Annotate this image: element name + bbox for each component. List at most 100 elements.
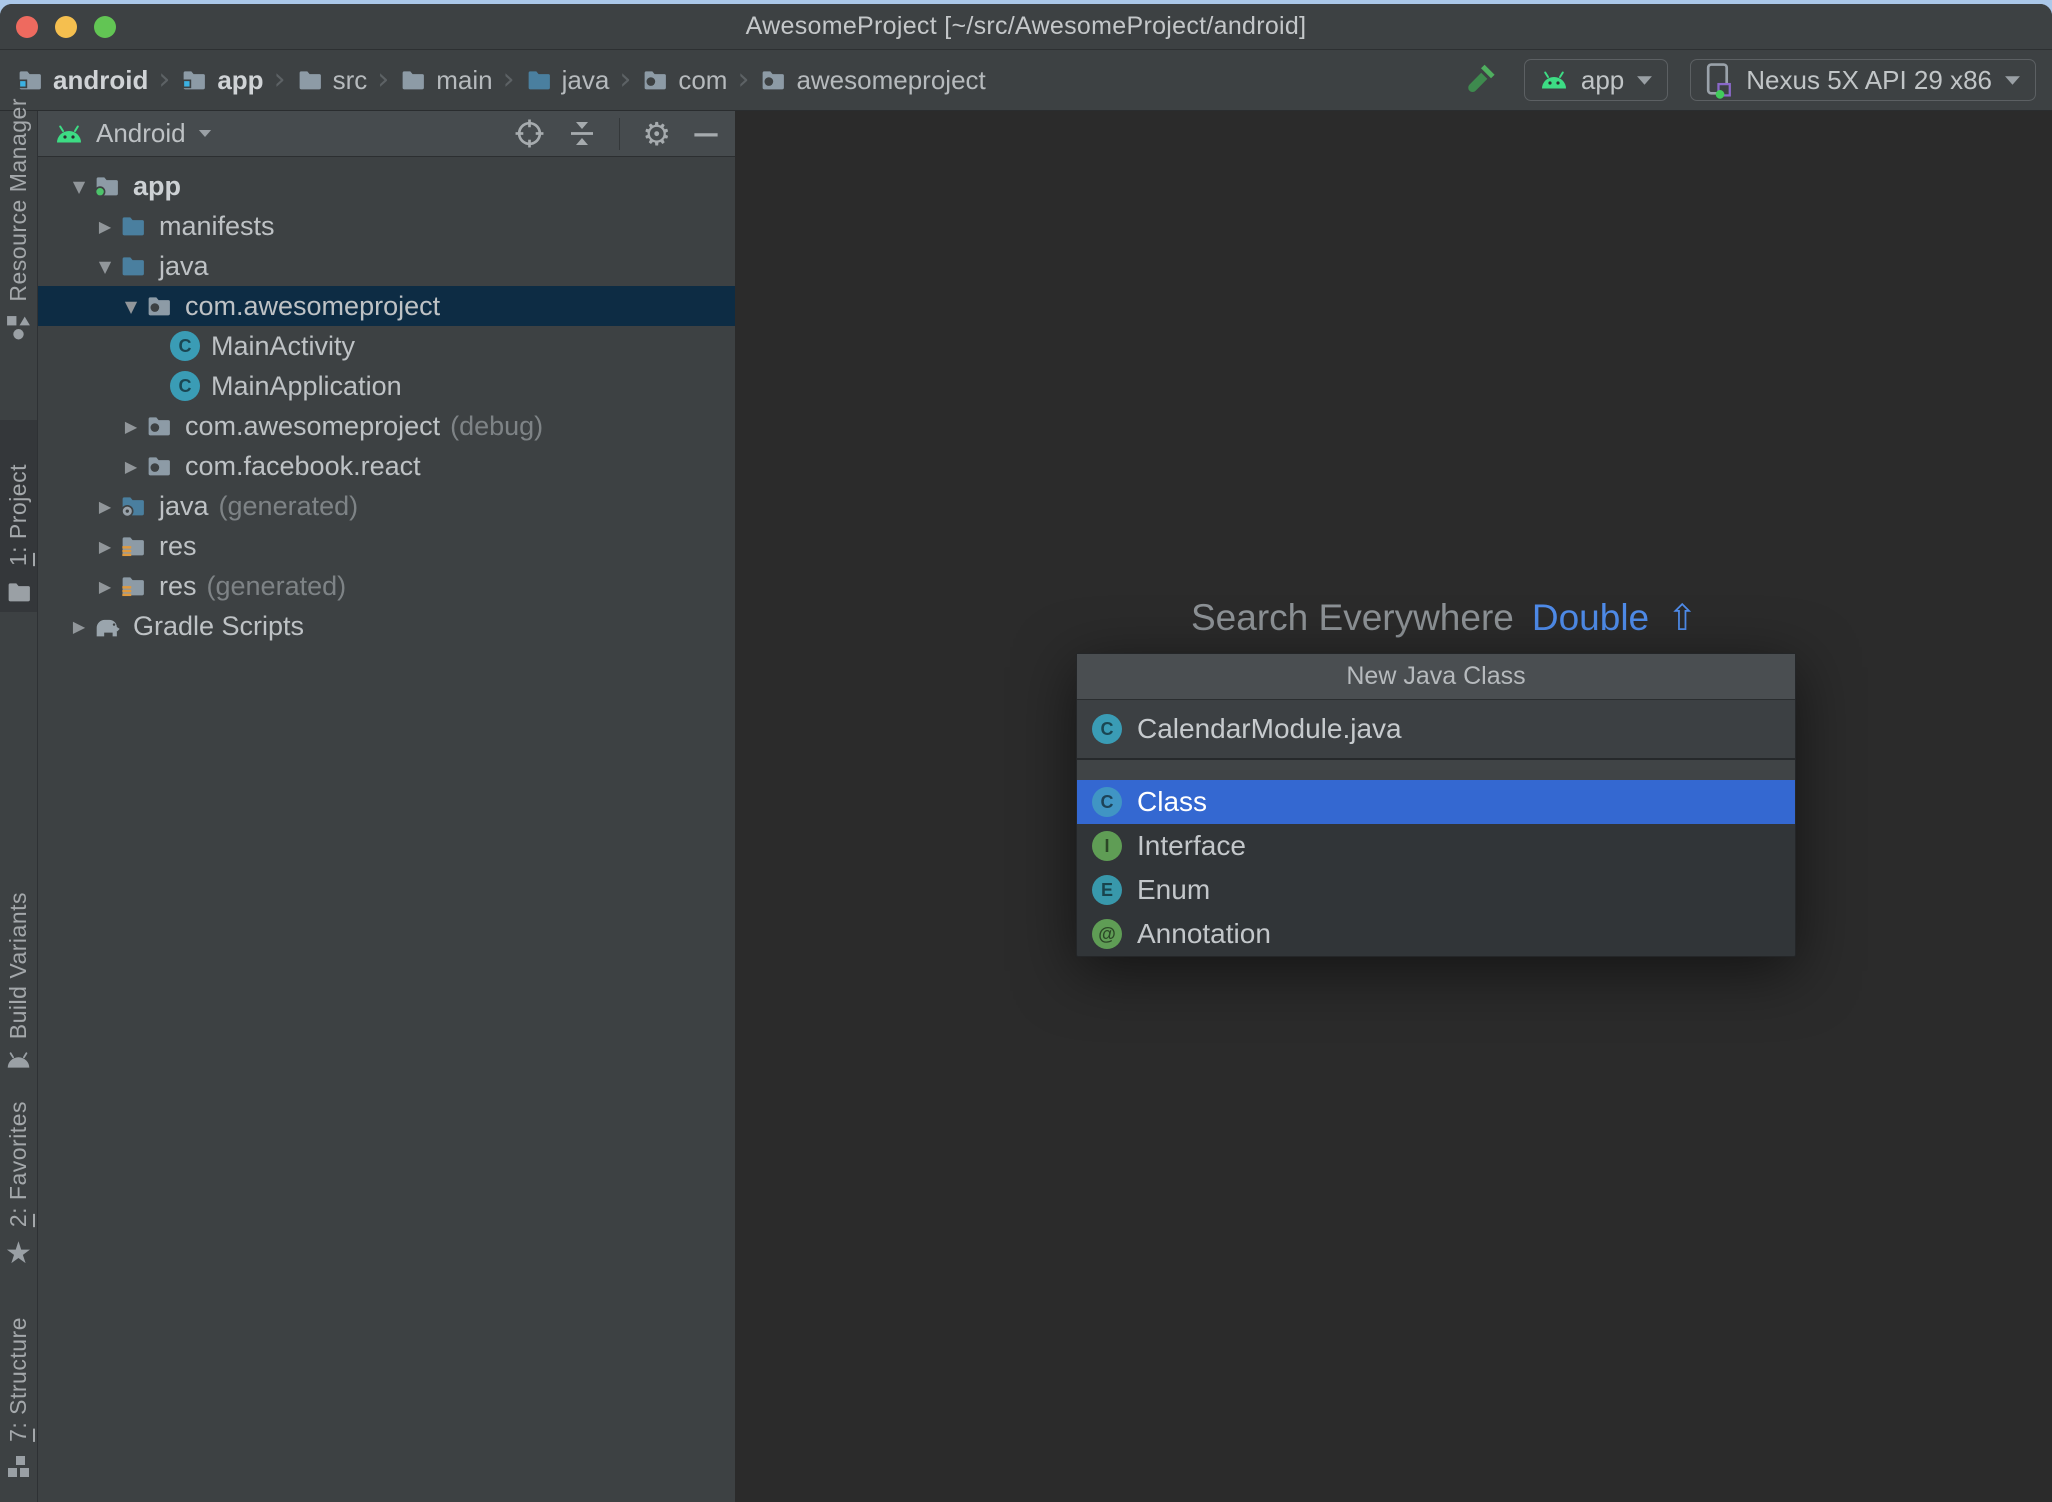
traffic-lights (16, 16, 116, 38)
chevron-down-icon[interactable] (198, 129, 212, 138)
folder-blue-icon (118, 251, 148, 281)
expand-arrow-icon[interactable]: ▶ (92, 537, 118, 556)
tree-row[interactable]: C MainActivity (38, 326, 735, 366)
virtual-device-icon (1705, 62, 1734, 99)
kind-label: Annotation (1137, 918, 1271, 949)
tool-window-tab-resource-manager[interactable]: Resource Manager (0, 98, 37, 347)
interface-icon: I (1092, 831, 1122, 861)
tree-row[interactable]: C MainApplication (38, 366, 735, 406)
popup-divider (1077, 760, 1795, 780)
kind-list-item[interactable]: E Enum (1077, 868, 1795, 912)
kind-list-item[interactable]: I Interface (1077, 824, 1795, 868)
tree-item-label: MainActivity (211, 330, 356, 361)
kind-list-item[interactable]: @ Annotation (1077, 912, 1795, 956)
enum-icon: E (1092, 875, 1122, 905)
expand-arrow-icon[interactable]: ▶ (92, 497, 118, 516)
minimize-window-button[interactable] (55, 16, 77, 38)
breadcrumb-separator-icon: › (502, 62, 515, 97)
build-hammer-button[interactable] (1464, 61, 1502, 99)
tree-row[interactable]: ▶ com.awesomeproject (debug) (38, 406, 735, 446)
tree-row[interactable]: ▼ app (38, 166, 735, 206)
expand-arrow-icon[interactable]: ▶ (92, 577, 118, 596)
tree-row[interactable]: ▶ Gradle Scripts (38, 606, 735, 646)
tool-window-tab-favorites[interactable]: 2: Favorites ★ (0, 1097, 37, 1275)
expand-arrow-icon[interactable]: ▼ (118, 297, 144, 316)
zoom-window-button[interactable] (94, 16, 116, 38)
project-tree: ▼ app ▶ manifests ▼ java ▼ com.awesomepr… (38, 157, 735, 646)
tree-row[interactable]: ▼ java (38, 246, 735, 286)
hide-panel-icon[interactable]: — (693, 121, 719, 147)
breadcrumb-item[interactable]: main (399, 65, 493, 96)
run-configuration-dropdown[interactable]: app (1523, 59, 1669, 101)
resource-manager-icon (5, 314, 32, 341)
tool-window-tab-build-variants[interactable]: Build Variants (0, 859, 37, 1075)
search-everywhere-hint: Search Everywhere Double ⇧ (1191, 597, 1697, 639)
tree-item-suffix: (generated) (206, 570, 347, 601)
tool-window-tab-project[interactable]: 1: Project (0, 420, 37, 612)
tree-row[interactable]: ▶ res (generated) (38, 566, 735, 606)
tree-item-icon: C (170, 371, 200, 401)
class-name-value: CalendarModule.java (1137, 713, 1402, 744)
package-icon (144, 411, 174, 441)
breadcrumb-separator-icon: › (273, 62, 286, 97)
breadcrumb-item[interactable]: android (16, 65, 148, 96)
tree-item-label: MainApplication (211, 370, 402, 401)
breadcrumb-item[interactable]: src (296, 65, 367, 96)
expand-arrow-icon[interactable]: ▼ (92, 257, 118, 276)
gear-icon[interactable]: ⚙ (642, 118, 671, 150)
breadcrumb-label: android (53, 64, 149, 95)
tree-item-label: res (159, 530, 197, 561)
kind-label: Class (1137, 786, 1208, 817)
package-icon (759, 66, 787, 94)
tree-row[interactable]: ▼ com.awesomeproject (38, 286, 735, 326)
tree-row[interactable]: ▶ manifests (38, 206, 735, 246)
tool-window-tab-structure[interactable]: 7: Structure (0, 1304, 37, 1486)
folder-gen-icon (118, 491, 148, 521)
kind-list-item[interactable]: C Class (1077, 780, 1795, 824)
package-icon (144, 451, 174, 481)
tree-item-label: app (133, 170, 182, 201)
tab-label: Resource Manager (5, 98, 31, 302)
breadcrumb-item[interactable]: java (525, 65, 609, 96)
breadcrumb-item[interactable]: app (180, 65, 264, 96)
tree-row[interactable]: ▶ com.facebook.react (38, 446, 735, 486)
breadcrumb-label: com (678, 64, 728, 95)
expand-arrow-icon[interactable]: ▶ (66, 617, 92, 636)
hint-text: Search Everywhere (1191, 597, 1514, 638)
close-window-button[interactable] (16, 16, 38, 38)
folder-res-icon (118, 531, 148, 561)
collapse-all-icon[interactable] (567, 118, 597, 149)
window-titlebar[interactable]: AwesomeProject [~/src/AwesomeProject/and… (0, 4, 2052, 50)
tab-label: 2: Favorites (5, 1100, 31, 1227)
expand-arrow-icon[interactable]: ▶ (118, 457, 144, 476)
class-icon: C (170, 331, 200, 361)
breadcrumb-item[interactable]: com (641, 65, 727, 96)
kind-label: Enum (1137, 874, 1211, 905)
folder-app-icon (92, 171, 122, 201)
chevron-down-icon (2004, 75, 2021, 86)
tree-item-label: Gradle Scripts (133, 610, 305, 641)
tree-row[interactable]: ▶ java (generated) (38, 486, 735, 526)
expand-arrow-icon[interactable]: ▶ (92, 217, 118, 236)
class-name-input[interactable]: C CalendarModule.java (1077, 700, 1795, 760)
expand-arrow-icon[interactable]: ▼ (66, 177, 92, 196)
tab-label: Build Variants (5, 891, 31, 1039)
folder-res-icon (118, 571, 148, 601)
locate-file-icon[interactable] (514, 118, 545, 149)
project-folder-icon (5, 578, 33, 606)
popup-title: New Java Class (1077, 654, 1795, 700)
project-panel-header: Android ⚙ — (38, 111, 735, 157)
folder-gray-icon (296, 66, 324, 94)
new-java-class-popup: New Java Class C CalendarModule.java C C… (1076, 653, 1796, 957)
run-toolbar: app Nexus 5X API 29 x86 (1464, 59, 2036, 101)
class-icon: C (170, 371, 200, 401)
tree-row[interactable]: ▶ res (38, 526, 735, 566)
class-icon: C (1092, 714, 1122, 744)
device-selector-dropdown[interactable]: Nexus 5X API 29 x86 (1690, 59, 2036, 101)
expand-arrow-icon[interactable]: ▶ (118, 417, 144, 436)
folder-gray-icon (399, 66, 427, 94)
project-tool-window: Android ⚙ — ▼ app ▶ manifests ▼ java ▼ c… (38, 111, 735, 1502)
device-label: Nexus 5X API 29 x86 (1746, 64, 1992, 95)
breadcrumb-item[interactable]: awesomeproject (759, 65, 986, 96)
project-view-selector[interactable]: Android (96, 118, 186, 149)
